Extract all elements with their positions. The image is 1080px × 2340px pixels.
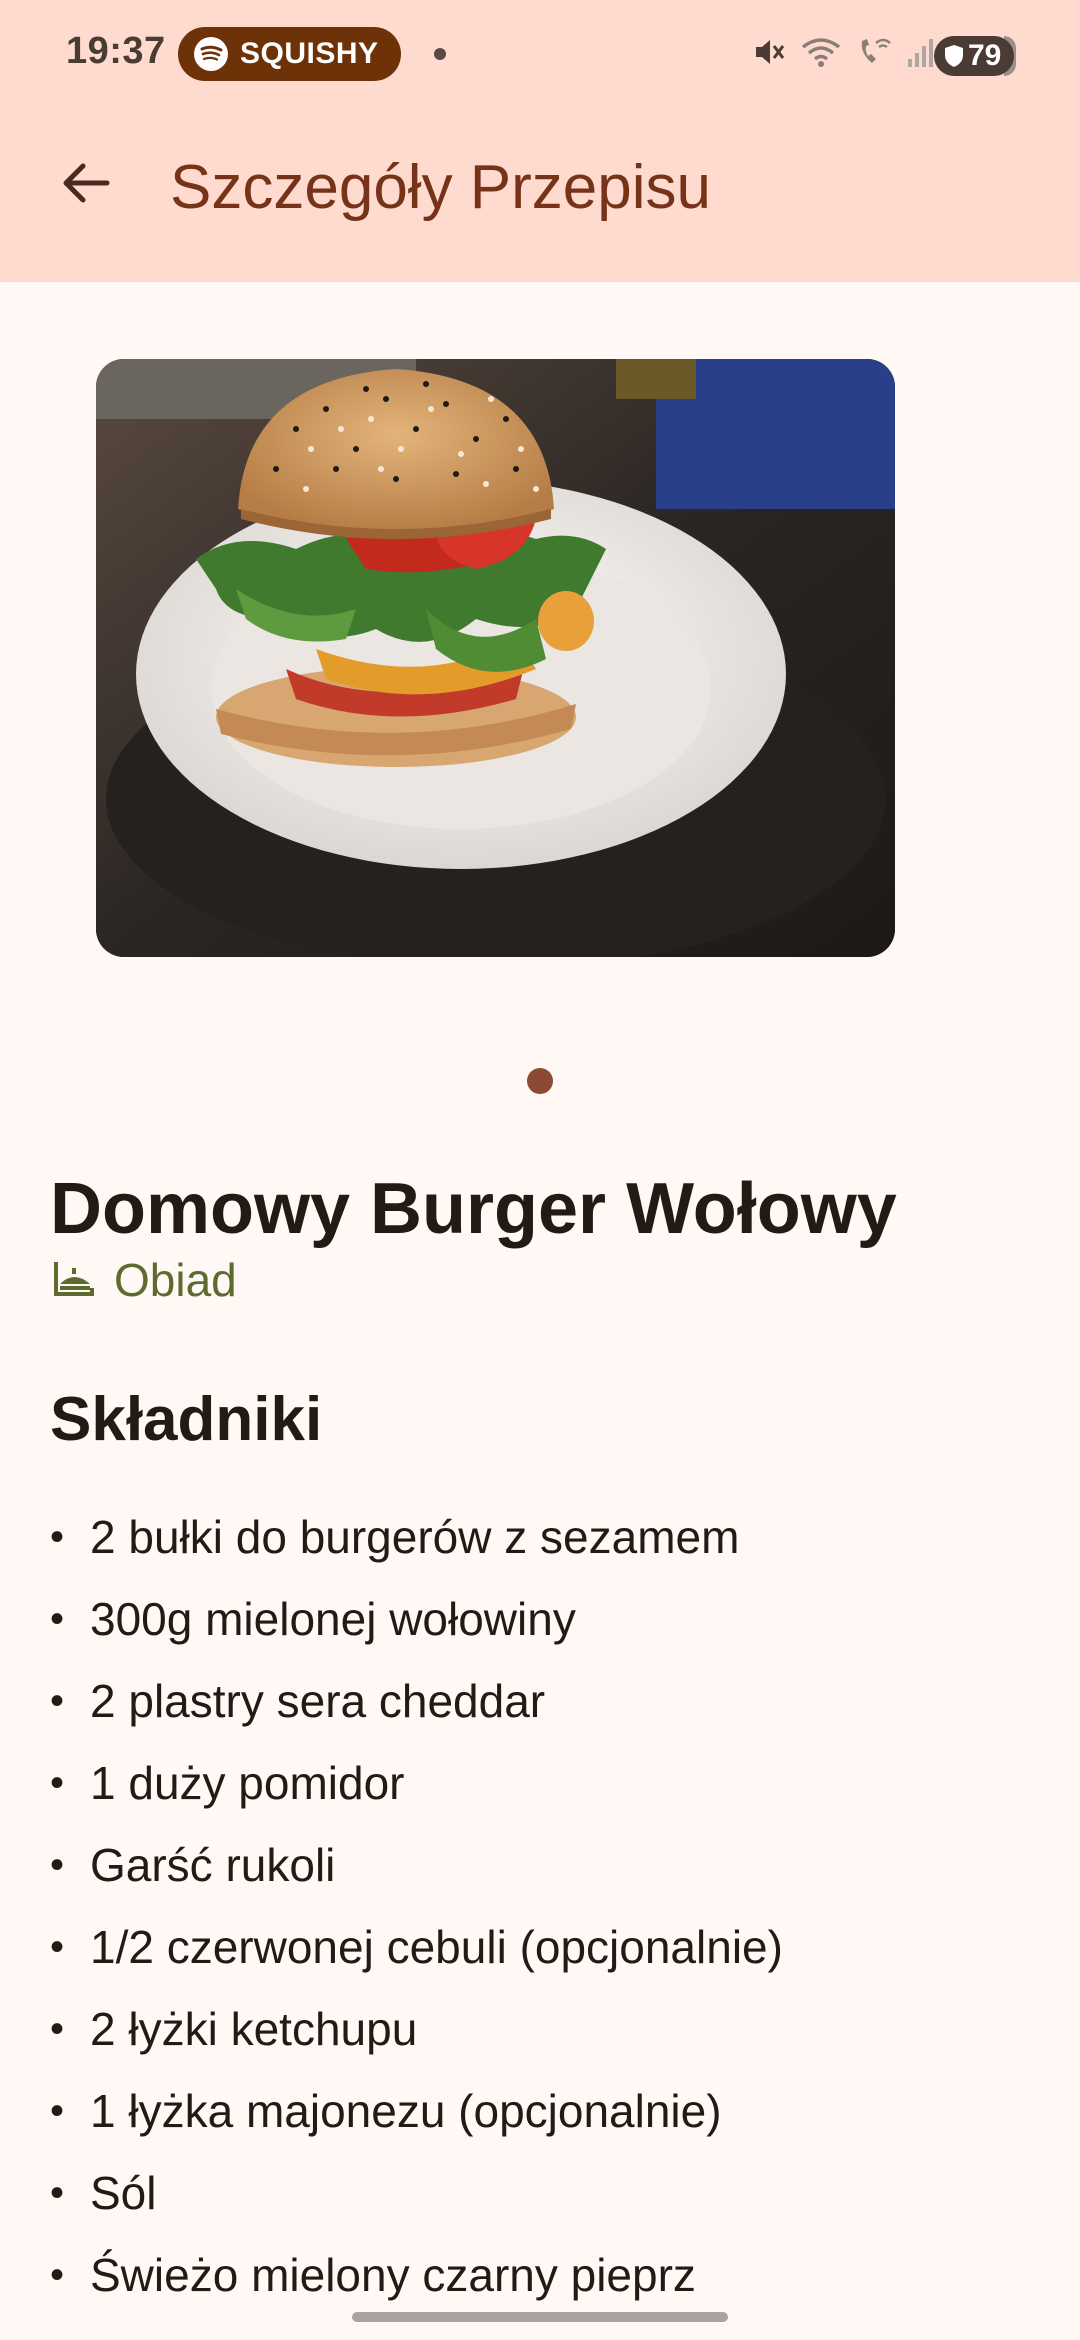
- list-item: • 1 łyżka majonezu (opcjonalnie): [50, 2070, 783, 2152]
- media-playback-chip[interactable]: SQUISHY: [178, 27, 401, 81]
- spotify-icon: [194, 37, 228, 71]
- list-item: • 1/2 czerwonej cebuli (opcjonalnie): [50, 1906, 783, 1988]
- list-item: • Garść rukoli: [50, 1824, 783, 1906]
- ingredients-list: • 2 bułki do burgerów z sezamem • 300g mie…: [50, 1496, 783, 2316]
- list-item: • 1 duży pomidor: [50, 1742, 783, 1824]
- status-time: 19:37: [66, 30, 166, 72]
- bullet-icon: •: [50, 1760, 65, 1805]
- wifi-calling-icon: [856, 35, 892, 74]
- bullet-icon: •: [50, 2006, 65, 2051]
- battery-shield-icon: [945, 45, 963, 67]
- list-item: • 2 łyżki ketchupu: [50, 1988, 783, 2070]
- burger-photo: [96, 359, 895, 957]
- ingredient-text: 1 duży pomidor: [90, 1757, 405, 1809]
- signal-icon: [906, 35, 936, 74]
- recipe-image-carousel[interactable]: [96, 359, 895, 957]
- media-app-name: SQUISHY: [240, 37, 379, 70]
- list-item: • Sól: [50, 2152, 783, 2234]
- back-button[interactable]: [40, 140, 130, 230]
- bullet-icon: •: [50, 1842, 65, 1887]
- bullet-icon: •: [50, 2170, 65, 2215]
- ingredient-text: 2 bułki do burgerów z sezamem: [90, 1511, 740, 1563]
- list-item: • 2 bułki do burgerów z sezamem: [50, 1496, 783, 1578]
- top-app-bar-container: 19:37 SQUISHY 79 Szczegóły Przepisu: [0, 0, 1080, 282]
- ingredient-text: 1/2 czerwonej cebuli (opcjonalnie): [90, 1921, 783, 1973]
- ingredients-heading: Składniki: [50, 1385, 323, 1454]
- list-item: • 2 plastry sera cheddar: [50, 1660, 783, 1742]
- bullet-icon: •: [50, 1678, 65, 1723]
- notification-dot-icon: [434, 48, 446, 60]
- ingredient-text: 2 łyżki ketchupu: [90, 2003, 418, 2055]
- bullet-icon: •: [50, 1514, 65, 1559]
- bullet-icon: •: [50, 2088, 65, 2133]
- app-bar-title: Szczegóły Przepisu: [170, 153, 712, 222]
- battery-indicator: 79: [934, 36, 1014, 76]
- category-label: Obiad: [114, 1254, 237, 1306]
- ingredient-text: Sól: [90, 2167, 157, 2219]
- battery-level: 79: [968, 39, 1002, 72]
- wifi-icon: [800, 35, 842, 74]
- bullet-icon: •: [50, 1596, 65, 1641]
- ingredient-text: 1 łyżka majonezu (opcjonalnie): [90, 2085, 722, 2137]
- bullet-icon: •: [50, 1924, 65, 1969]
- recipe-title: Domowy Burger Wołowy: [50, 1169, 897, 1249]
- status-icons: [752, 34, 936, 74]
- status-bar: 19:37 SQUISHY 79: [0, 0, 1080, 110]
- mute-icon: [752, 35, 786, 74]
- ingredient-text: Świeżo mielony czarny pieprz: [90, 2249, 696, 2301]
- gesture-home-bar[interactable]: [352, 2312, 728, 2322]
- ingredient-text: 2 plastry sera cheddar: [90, 1675, 546, 1727]
- dinner-icon: [52, 1258, 96, 1303]
- carousel-page-indicator: [527, 1068, 553, 1094]
- list-item: • Świeżo mielony czarny pieprz: [50, 2234, 783, 2316]
- ingredient-text: Garść rukoli: [90, 1839, 336, 1891]
- ingredient-text: 300g mielonej wołowiny: [90, 1593, 576, 1645]
- list-item: • 300g mielonej wołowiny: [50, 1578, 783, 1660]
- arrow-left-icon: [57, 155, 113, 216]
- recipe-category: Obiad: [52, 1252, 237, 1308]
- bullet-icon: •: [50, 2252, 65, 2297]
